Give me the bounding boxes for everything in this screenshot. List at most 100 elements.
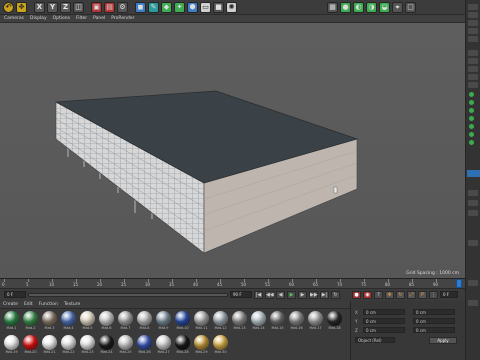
go-to-start-icon[interactable]: |◀ — [254, 290, 263, 299]
subdivision-surface-icon[interactable]: ◆ — [161, 1, 172, 13]
sidebar-tool[interactable] — [468, 190, 478, 196]
deformer-icon[interactable]: ⬢ — [187, 1, 198, 13]
end-frame-field[interactable]: 90 F — [230, 291, 252, 298]
size-y-field[interactable]: 0 cm — [413, 318, 455, 324]
material-swatch[interactable]: Mat.8 — [136, 310, 153, 332]
layer-visible-icon[interactable] — [469, 100, 474, 105]
size-x-field[interactable]: 0 cm — [413, 309, 455, 315]
material-swatch[interactable]: Mat.12 — [212, 310, 229, 332]
coordinate-system-icon[interactable]: ◫ — [73, 1, 84, 13]
material-swatch[interactable]: Mat.19 — [3, 334, 20, 356]
material-swatch[interactable]: Mat.11 — [193, 310, 210, 332]
undo-icon[interactable]: ↶ — [3, 1, 14, 13]
material-swatch[interactable]: Mat.22 — [60, 334, 77, 356]
material-swatch[interactable]: Mat.26 — [136, 334, 153, 356]
sidebar-tool[interactable] — [468, 58, 478, 64]
apply-button[interactable]: Apply — [429, 337, 457, 344]
material-swatch[interactable]: Mat.14 — [250, 310, 267, 332]
y-axis-lock-icon[interactable]: Y — [47, 1, 58, 13]
sidebar-tool[interactable] — [468, 4, 478, 10]
array-generator-icon[interactable]: ✦ — [174, 1, 185, 13]
workplane-icon[interactable]: ▢ — [405, 1, 416, 13]
material-swatch[interactable]: Mat.9 — [155, 310, 172, 332]
layer-visible-icon[interactable] — [469, 92, 474, 97]
point-level-icon[interactable]: ⋮ — [429, 290, 438, 299]
sidebar-tool[interactable] — [468, 66, 478, 72]
layer-visible-icon[interactable] — [469, 140, 474, 145]
layer-visible-icon[interactable] — [469, 116, 474, 121]
viewport-menu-item[interactable]: ProRender — [111, 16, 134, 21]
material-swatch[interactable]: Mat.24 — [98, 334, 115, 356]
material-swatch[interactable]: Mat.23 — [79, 334, 96, 356]
sidebar-tool[interactable] — [468, 300, 478, 306]
size-z-field[interactable]: 0 cm — [413, 327, 455, 333]
sidebar-tool[interactable] — [468, 280, 478, 286]
record-active-objects-icon[interactable]: ● — [352, 290, 361, 299]
material-swatch[interactable]: Mat.18 — [326, 310, 343, 332]
viewport-menu-item[interactable]: Options — [53, 16, 70, 21]
position-x-field[interactable]: 0 cm — [363, 309, 405, 315]
cube-primitive-icon[interactable]: ◼ — [135, 1, 146, 13]
playhead[interactable] — [456, 279, 462, 288]
material-swatch[interactable]: Mat.17 — [307, 310, 324, 332]
material-swatch[interactable]: Mat.10 — [174, 310, 191, 332]
camera-icon[interactable]: ■ — [213, 1, 224, 13]
move-tool-icon[interactable]: ✥ — [16, 1, 27, 13]
preview-range-slider[interactable] — [28, 292, 228, 297]
material-swatch[interactable]: Mat.16 — [288, 310, 305, 332]
layer-visible-icon[interactable] — [469, 124, 474, 129]
perspective-viewport[interactable]: Grid Spacing : 1000 cm — [0, 23, 465, 278]
next-frame-icon[interactable]: ▶ — [298, 290, 307, 299]
sidebar-tool[interactable] — [468, 200, 478, 206]
render-picture-viewer-icon[interactable]: ▤ — [104, 1, 115, 13]
material-swatch[interactable]: Mat.29 — [193, 334, 210, 356]
sidebar-tool[interactable] — [468, 74, 478, 80]
material-swatch[interactable]: Mat.21 — [41, 334, 58, 356]
current-frame-field[interactable]: 0 F — [440, 291, 458, 298]
coordinate-mode-dropdown[interactable]: Object (Rel) — [355, 337, 395, 343]
material-swatch[interactable]: Mat.6 — [98, 310, 115, 332]
start-frame-field[interactable]: 0 F — [4, 291, 26, 298]
position-key-icon[interactable]: ✥ — [385, 290, 394, 299]
sidebar-tool[interactable] — [468, 82, 478, 88]
python-icon[interactable]: ● — [340, 1, 351, 13]
sidebar-tool[interactable] — [468, 12, 478, 18]
previous-key-icon[interactable]: ◀◀ — [265, 290, 274, 299]
material-swatch[interactable]: Mat.7 — [117, 310, 134, 332]
material-swatch[interactable]: Mat.28 — [174, 334, 191, 356]
autokeying-icon[interactable]: ◉ — [363, 290, 372, 299]
x-axis-lock-icon[interactable]: X — [34, 1, 45, 13]
sidebar-tool[interactable] — [468, 28, 478, 34]
material-menu-item[interactable]: Function — [39, 302, 58, 307]
sidebar-tool[interactable] — [468, 20, 478, 26]
material-swatch[interactable]: Mat.20 — [22, 334, 39, 356]
go-to-end-icon[interactable]: ▶| — [320, 290, 329, 299]
render-settings-icon[interactable]: ⚙ — [117, 1, 128, 13]
position-y-field[interactable]: 0 cm — [363, 318, 405, 324]
sidebar-tool[interactable] — [468, 240, 478, 246]
material-swatch[interactable]: Mat.3 — [41, 310, 58, 332]
render-view-icon[interactable]: ▣ — [91, 1, 102, 13]
spline-pen-icon[interactable]: ✎ — [148, 1, 159, 13]
rotation-key-icon[interactable]: ↻ — [396, 290, 405, 299]
material-swatch[interactable]: Mat.4 — [60, 310, 77, 332]
viewport-menu-item[interactable]: Filter — [76, 16, 87, 21]
parameter-key-icon[interactable]: P — [418, 290, 427, 299]
xpresso-icon[interactable]: ◑ — [366, 1, 377, 13]
plugin-icon[interactable]: ◒ — [379, 1, 390, 13]
script-icon[interactable]: ◐ — [353, 1, 364, 13]
snap-icon[interactable]: ⌖ — [392, 1, 403, 13]
loop-icon[interactable]: ↻ — [331, 290, 340, 299]
viewport-menu-item[interactable]: Cameras — [4, 16, 24, 21]
timeline-ruler[interactable]: 0 5 10 15 20 25 30 35 40 45 50 55 60 65 … — [0, 278, 465, 288]
next-key-icon[interactable]: ▶▶ — [309, 290, 318, 299]
material-swatch[interactable]: Mat.2 — [22, 310, 39, 332]
viewport-menu-item[interactable]: Panel — [93, 16, 105, 21]
z-axis-lock-icon[interactable]: Z — [60, 1, 71, 13]
layer-visible-icon[interactable] — [469, 108, 474, 113]
play-icon[interactable]: ▶ — [287, 290, 296, 299]
position-z-field[interactable]: 0 cm — [363, 327, 405, 333]
previous-frame-icon[interactable]: ◀ — [276, 290, 285, 299]
attributes-tab[interactable] — [467, 170, 480, 177]
light-icon[interactable]: ✺ — [226, 1, 237, 13]
